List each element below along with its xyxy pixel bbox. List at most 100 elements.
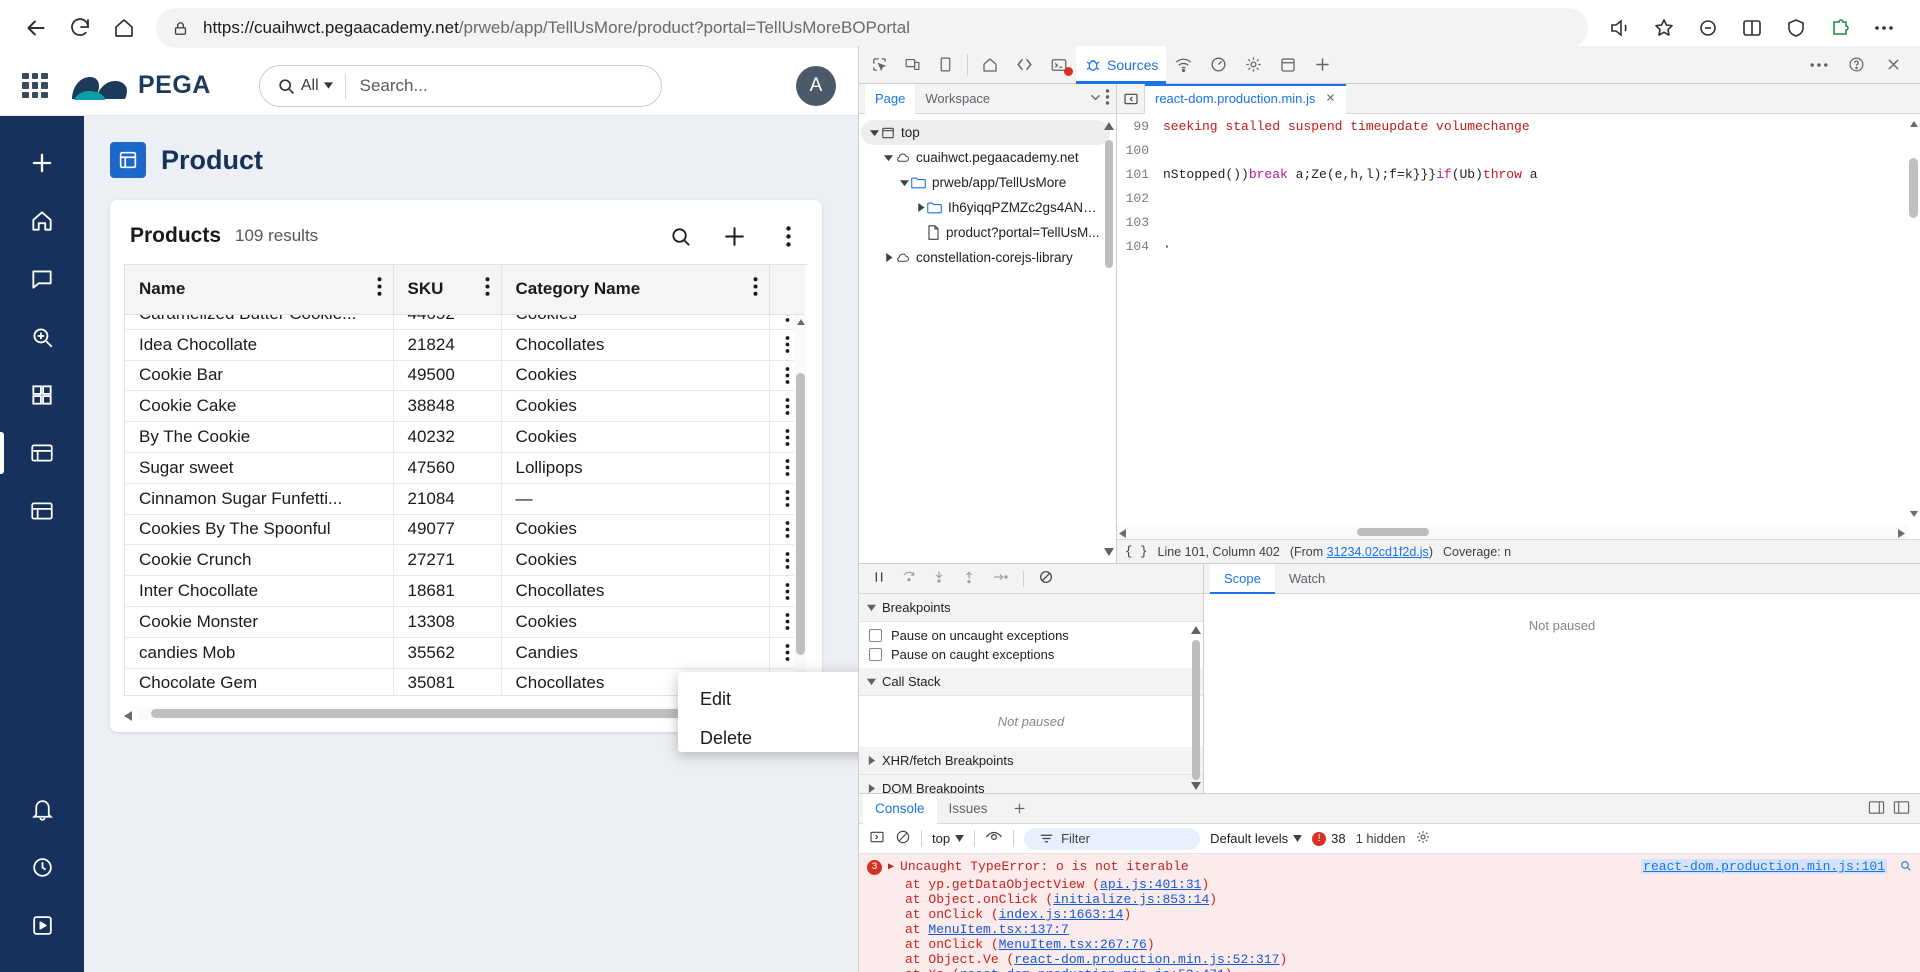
tree-twisty-icon[interactable] [867, 128, 881, 137]
code-scroll-left-arrow[interactable] [1119, 527, 1126, 539]
stack-frame-link[interactable]: MenuItem.tsx:267:76 [999, 937, 1147, 952]
console-context-selector[interactable]: top [932, 831, 964, 846]
table-row[interactable]: Cookie Cake 38848 Cookies [125, 390, 805, 423]
context-menu-item-delete[interactable]: Delete [678, 719, 858, 758]
file-tree-node[interactable]: Ih6yiqqPZMZc2gs4ANJV... [859, 195, 1116, 220]
stack-frame-link[interactable]: MenuItem.tsx:137:7 [928, 922, 1068, 937]
pause-icon[interactable] [871, 569, 887, 588]
section-dom-breakpoints[interactable]: DOM Breakpoints [859, 775, 1203, 793]
show-navigator-button[interactable] [1117, 84, 1145, 114]
console-filter-input[interactable]: Filter [1024, 827, 1201, 850]
devtools-panel-button[interactable] [929, 46, 962, 84]
back-button[interactable] [14, 6, 58, 50]
devtools-close-button[interactable] [1877, 46, 1910, 84]
devtools-tab-console[interactable] [1042, 46, 1076, 84]
devtools-tab-settings[interactable] [1236, 46, 1271, 84]
tree-twisty-icon[interactable] [913, 203, 927, 212]
pega-logo[interactable]: PEGA [70, 69, 211, 103]
search-scope-selector[interactable]: All [276, 72, 346, 99]
step-out-icon[interactable] [961, 569, 977, 588]
devtools-tab-sources[interactable]: Sources [1076, 45, 1167, 84]
devtools-tab-elements[interactable] [1007, 46, 1042, 84]
stack-frame-link[interactable]: initialize.js:853:14 [1053, 892, 1209, 907]
show-console-sidebar-icon[interactable] [869, 829, 885, 848]
live-expression-icon[interactable] [985, 830, 1003, 847]
table-row[interactable]: Caramelized Butter Cookie...44652Cookies [125, 314, 805, 330]
column-header-sku[interactable]: SKU [393, 265, 502, 315]
search-input[interactable] [345, 75, 655, 96]
table-row[interactable]: Cookie Crunch 27271 Cookies [125, 544, 805, 577]
devtools-tab-home[interactable] [973, 46, 1007, 84]
tree-twisty-icon[interactable] [881, 253, 895, 262]
code-horizontal-scrollbar[interactable] [1117, 525, 1907, 539]
file-tree-node[interactable]: top [861, 120, 1110, 145]
clear-console-icon[interactable] [895, 829, 911, 848]
stack-frame-link[interactable]: api.js:401:31 [1100, 877, 1201, 892]
table-row[interactable]: Cookie Monster 13308 Cookies [125, 606, 805, 638]
deactivate-breakpoints-icon[interactable] [1038, 569, 1054, 588]
column-menu-icon[interactable] [753, 277, 758, 301]
sidebar-item-home[interactable] [16, 196, 68, 246]
global-search[interactable]: All [258, 64, 662, 107]
chevron-down-icon[interactable] [1088, 90, 1103, 108]
app-switcher-icon[interactable] [22, 72, 48, 99]
stack-frame-link[interactable]: react-dom.production.min.js:52:317 [1014, 952, 1279, 967]
column-header-name[interactable]: Name [125, 265, 394, 315]
pause-uncaught-exceptions-row[interactable]: Pause on uncaught exceptions [859, 626, 1203, 645]
code-scroll-down-arrow[interactable] [1910, 506, 1918, 521]
tab-scope[interactable]: Scope [1210, 563, 1275, 594]
column-menu-icon[interactable] [377, 277, 382, 301]
source-file-tab[interactable]: react-dom.production.min.js [1145, 84, 1347, 114]
console-settings-gear-icon[interactable] [1415, 829, 1431, 848]
devtools-tab-performance[interactable] [1201, 46, 1236, 84]
address-bar[interactable]: https://cuaihwct.pegaacademy.net/prweb/a… [156, 8, 1588, 48]
tree-scroll-down-arrow[interactable] [1104, 544, 1114, 559]
browser-essentials-button[interactable] [1774, 6, 1818, 50]
sidebar-item-data-objects[interactable] [0, 428, 68, 478]
devtools-tab-network[interactable] [1166, 46, 1201, 84]
table-vertical-scrollbar[interactable] [794, 315, 807, 695]
code-scroll-up-arrow[interactable] [1910, 116, 1918, 131]
file-tree-node[interactable]: product?portal=TellUsM... [859, 220, 1116, 245]
console-levels-selector[interactable]: Default levels [1210, 831, 1302, 846]
navigator-tab-page[interactable]: Page [865, 84, 916, 114]
add-icon[interactable] [720, 222, 748, 250]
section-breakpoints[interactable]: Breakpoints [859, 594, 1203, 622]
context-menu-item-edit[interactable]: Edit [678, 680, 858, 719]
search-in-source-icon[interactable] [1899, 859, 1912, 876]
table-row[interactable]: Inter Chocollate 18681 Chocollates [125, 575, 805, 607]
sidebar-item-run[interactable] [16, 900, 68, 950]
favorite-button[interactable] [1642, 6, 1686, 50]
sidebar-item-notifications[interactable] [16, 784, 68, 834]
console-error-count[interactable]: ! 38 [1312, 831, 1346, 846]
step-into-icon[interactable] [931, 569, 947, 588]
step-icon[interactable] [991, 569, 1009, 588]
drawer-tab-console[interactable]: Console [863, 794, 937, 824]
tab-watch[interactable]: Watch [1275, 564, 1339, 594]
column-menu-icon[interactable] [485, 277, 490, 301]
tree-twisty-icon[interactable] [897, 178, 911, 187]
drawer-add-tab-button[interactable] [1000, 794, 1039, 824]
home-button[interactable] [102, 6, 146, 50]
stack-frame-link[interactable]: index.js:1663:14 [999, 907, 1124, 922]
reload-button[interactable] [58, 6, 102, 50]
section-xhr-breakpoints[interactable]: XHR/fetch Breakpoints [859, 747, 1203, 775]
tree-twisty-icon[interactable] [881, 153, 895, 162]
close-icon[interactable] [1325, 91, 1336, 106]
debugger-scroll-down-arrow[interactable] [1191, 778, 1201, 793]
table-row[interactable]: Sugar sweet 47560 Lollipops [125, 452, 805, 484]
code-vertical-scrollbar[interactable] [1907, 114, 1920, 539]
source-code-view[interactable]: 99 seeking stalled suspend timeupdate vol… [1117, 114, 1920, 539]
console-error-entry[interactable]: 3 ▶ Uncaught TypeError: o is not iterabl… [859, 854, 1920, 972]
table-row[interactable]: Cinnamon Sugar Funfetti... 21084— [125, 483, 805, 515]
console-error-source-link[interactable]: react-dom.production.min.js:101 [1641, 859, 1887, 874]
table-row[interactable]: By The Cookie 40232 Cookies [125, 421, 805, 453]
pause-caught-checkbox[interactable] [869, 648, 882, 661]
table-row[interactable]: Idea Chocollate 21824 Chocollates [125, 329, 805, 361]
pretty-print-button[interactable]: { } [1125, 545, 1148, 559]
pause-uncaught-checkbox[interactable] [869, 629, 882, 642]
vertical-scroll-thumb[interactable] [796, 373, 805, 655]
debugger-scroll-thumb[interactable] [1192, 640, 1200, 780]
devtools-device-toolbar-button[interactable] [896, 46, 929, 84]
settings-button[interactable] [1862, 6, 1906, 50]
